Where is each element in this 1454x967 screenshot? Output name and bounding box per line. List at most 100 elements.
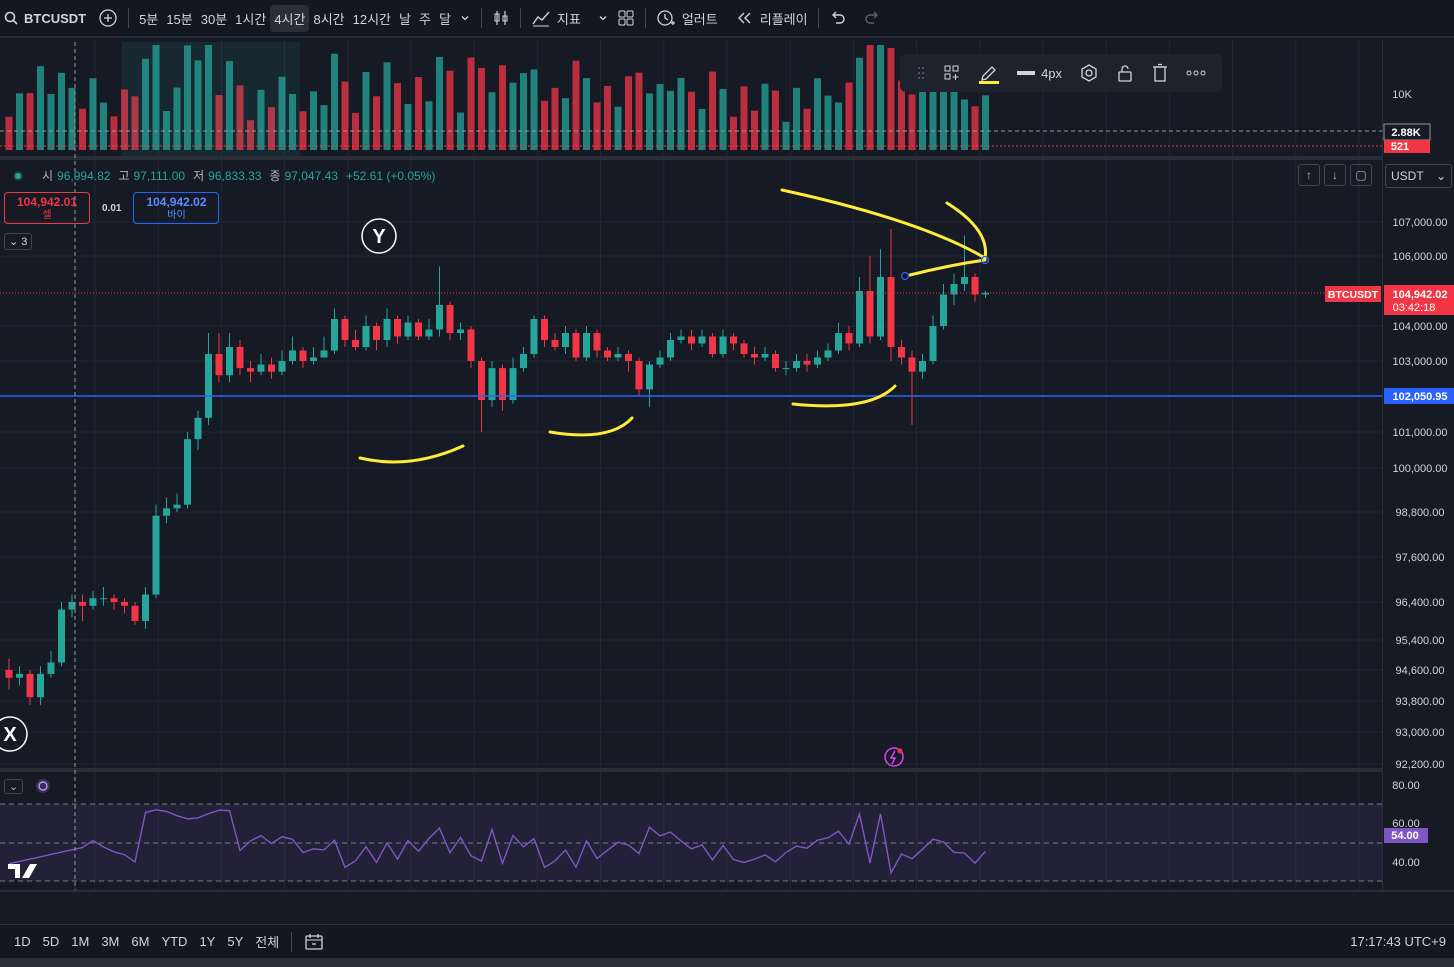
range-5d[interactable]: 5D: [37, 934, 66, 949]
undo-icon[interactable]: [825, 7, 851, 29]
redo-icon[interactable]: [859, 7, 885, 29]
chevron-down-icon[interactable]: [455, 8, 475, 28]
symbol-search[interactable]: BTCUSDT: [0, 11, 94, 26]
range-ytd[interactable]: YTD: [155, 934, 193, 949]
candle-body: [782, 368, 790, 370]
lock-icon[interactable]: [1116, 63, 1134, 83]
volume-bar: [656, 84, 664, 150]
maximize-pane-icon[interactable]: ▢: [1350, 164, 1372, 186]
range-1y[interactable]: 1Y: [193, 934, 221, 949]
price-tick: 106,000.00: [1392, 251, 1447, 263]
interval-day[interactable]: 날: [395, 5, 415, 32]
templates-icon[interactable]: [943, 64, 961, 82]
candle-body: [593, 333, 601, 351]
rsi-value-label: 54.00: [1391, 830, 1419, 842]
interval-5m[interactable]: 5분: [135, 5, 162, 32]
volume-bar: [572, 60, 580, 150]
point-x-marker: X: [0, 716, 28, 752]
candle-body: [583, 333, 590, 358]
arrow-up-icon[interactable]: ↑: [1298, 164, 1320, 186]
candle-body: [16, 673, 23, 678]
candle-body: [394, 319, 401, 337]
range-1m[interactable]: 1M: [65, 934, 95, 949]
candle-body: [341, 319, 349, 340]
candle-body: [68, 602, 76, 610]
volume-bar: [824, 95, 832, 150]
candle-body: [289, 350, 296, 361]
settings-hexagon-icon[interactable]: [1079, 63, 1099, 83]
line-width-label: 4px: [1041, 65, 1063, 81]
candle-body: [58, 609, 65, 663]
price-tick: 93,000.00: [1396, 727, 1445, 739]
interval-15m[interactable]: 15분: [162, 5, 196, 32]
trash-icon[interactable]: [1151, 63, 1169, 83]
range-3m[interactable]: 3M: [95, 934, 125, 949]
symbol-badge-label: BTCUSDT: [1328, 289, 1379, 301]
candle-body: [793, 361, 800, 369]
chevron-down-icon[interactable]: [593, 8, 613, 28]
line-width-button[interactable]: 4px: [1017, 66, 1062, 81]
interval-month[interactable]: 달: [435, 5, 455, 32]
more-options-icon[interactable]: [1186, 70, 1206, 76]
divider: [291, 931, 293, 952]
candle-body: [562, 333, 569, 347]
interval-12h[interactable]: 12시간: [349, 5, 395, 32]
open-label: 시: [42, 169, 54, 183]
volume-bar: [5, 116, 13, 150]
volume-bar: [583, 78, 590, 150]
candle-body: [877, 277, 884, 337]
candle-body: [467, 329, 475, 361]
interval-8h[interactable]: 8시간: [309, 5, 348, 32]
candle-body: [331, 319, 338, 351]
range-all[interactable]: 전체: [249, 932, 285, 951]
compare-add-icon[interactable]: [94, 4, 122, 32]
volume-bar: [877, 45, 884, 150]
candle-body: [457, 329, 464, 333]
range-6m[interactable]: 6M: [125, 934, 155, 949]
volume-bar: [89, 78, 97, 150]
volume-bar: [614, 106, 622, 150]
candle-body: [383, 319, 391, 340]
candle-type-icon[interactable]: [488, 5, 514, 31]
volume-bar: [415, 77, 422, 150]
price-tick: 97,600.00: [1396, 552, 1445, 564]
rsi-controls: ⌄: [4, 778, 55, 794]
interval-1h[interactable]: 1시간: [231, 5, 270, 32]
drag-handle-icon[interactable]: [916, 66, 926, 80]
rsi-collapse-toggle[interactable]: ⌄: [4, 778, 24, 794]
candle-body: [866, 291, 874, 337]
candle-body: [152, 515, 160, 595]
candle-body: [835, 333, 842, 351]
indicators-button[interactable]: 지표: [527, 5, 585, 32]
spread-value: 0.01: [102, 202, 122, 214]
interval-30m[interactable]: 30분: [197, 5, 231, 32]
date-range-icon[interactable]: [298, 933, 330, 951]
buy-label: 바이: [167, 210, 186, 221]
interval-4h[interactable]: 4시간: [270, 4, 310, 32]
volume-bar: [803, 108, 811, 150]
interval-week[interactable]: 주: [415, 5, 435, 32]
range-5y[interactable]: 5Y: [221, 934, 249, 949]
refresh-icon[interactable]: [31, 778, 55, 794]
layout-grid-icon[interactable]: [613, 5, 639, 31]
rsi-pane: [0, 803, 1382, 882]
pencil-color-icon[interactable]: [978, 62, 1000, 84]
sell-price: 104,942.01: [16, 195, 78, 209]
volume-bar: [341, 81, 349, 150]
price-tick: 92,200.00: [1396, 759, 1445, 771]
replay-button[interactable]: 리플레이: [732, 5, 812, 32]
sell-button[interactable]: 104,942.01 셀: [4, 192, 90, 224]
indicator-collapse-toggle[interactable]: ⌄ 3: [4, 233, 33, 250]
arrow-down-icon[interactable]: ↓: [1324, 164, 1346, 186]
indicators-label: 지표: [556, 11, 581, 27]
volume-bar: [530, 69, 538, 150]
volume-bar: [688, 91, 695, 150]
currency-select[interactable]: USDT ⌄: [1385, 164, 1452, 188]
low-label: 저: [193, 169, 205, 183]
alert-button[interactable]: 얼러트: [652, 4, 722, 32]
range-1d[interactable]: 1D: [8, 934, 37, 949]
buy-button[interactable]: 104,942.02 바이: [133, 192, 220, 224]
candle-body: [572, 333, 580, 358]
price-tick: 104,000.00: [1392, 321, 1447, 333]
search-icon: [4, 11, 18, 25]
